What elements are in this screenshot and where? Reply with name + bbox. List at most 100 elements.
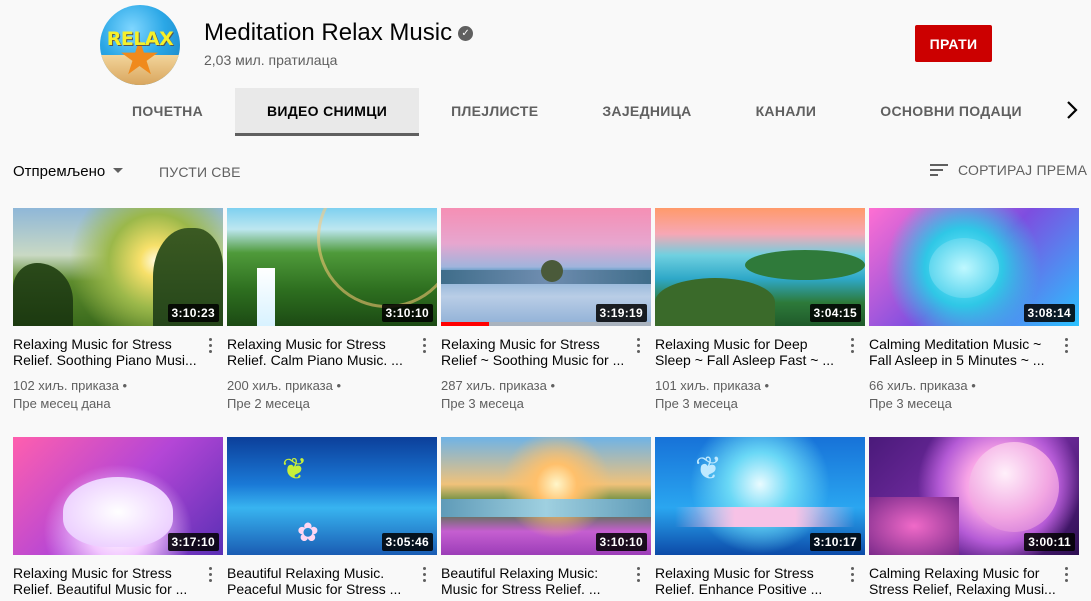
lotus-shape [63,477,173,547]
more-options-icon[interactable] [637,567,641,583]
video-duration: 3:00:11 [1024,533,1075,551]
video-duration: 3:19:19 [595,304,647,322]
video-title[interactable]: Beautiful Relaxing Music. Peaceful Music… [227,565,415,597]
butterfly-icon: ❦ [695,450,722,486]
video-thumbnail[interactable]: 3:10:23 [13,208,223,326]
video-title-text: Calming Meditation Music ~ Fall Asleep i… [869,336,1045,368]
tree-silhouette [13,263,73,326]
video-views: 200 хиљ. приказа • [227,378,342,393]
tab-playlists[interactable]: ПЛЕЈЛИСТЕ [419,88,570,136]
blossom-tree-shape [869,497,959,555]
video-date: Пре 3 месеца [441,396,524,411]
video-thumbnail[interactable]: 3:00:11 [869,437,1079,555]
tab-community[interactable]: ЗАЈЕДНИЦА [570,88,723,136]
video-title-text: Relaxing Music for Deep Sleep ~ Fall Asl… [655,336,834,368]
video-views: 66 хиљ. приказа • [869,378,976,393]
tab-channels[interactable]: КАНАЛИ [724,88,849,136]
video-title-text: Calming Relaxing Music for Stress Relief… [869,565,1056,597]
avatar-logo-text: RELAX [106,28,174,50]
subscribe-button[interactable]: ПРАТИ [915,25,992,62]
watch-progress-bar [441,322,490,326]
video-thumbnail[interactable]: ❦ ✿ 3:05:46 [227,437,437,555]
video-duration: 3:05:46 [381,533,433,551]
more-options-icon[interactable] [637,338,641,354]
video-title[interactable]: Calming Relaxing Music for Stress Relief… [869,565,1057,597]
video-thumbnail[interactable]: 3:17:10 [13,437,223,555]
video-views: 102 хиљ. приказа • [13,378,128,393]
island-shape [745,250,865,280]
more-options-icon[interactable] [1065,338,1069,354]
subscriber-count: 2,03 мил. пратилаца [204,52,338,68]
chevron-right-icon[interactable] [1066,100,1086,124]
video-title[interactable]: Relaxing Music for Stress Relief. Enhanc… [655,565,843,597]
sort-by-label: СОРТИРАЈ ПРЕМА [958,162,1088,178]
lake-shape [441,499,651,517]
video-thumbnail[interactable]: 3:19:19 [441,208,651,326]
video-title-text: Relaxing Music for Stress Relief ~ Sooth… [441,336,625,368]
video-duration: 3:10:10 [381,304,433,322]
video-title[interactable]: Beautiful Relaxing Music: Music for Stre… [441,565,629,597]
video-date: Пре 3 месеца [655,396,738,411]
butterfly-icon: ❦ [282,453,308,486]
caret-down-icon [113,168,124,173]
tab-videos[interactable]: ВИДЕО СНИМЦИ [235,88,420,136]
more-options-icon[interactable] [423,567,427,583]
channel-tabs: ПОЧЕТНА ВИДЕО СНИМЦИ ПЛЕЈЛИСТЕ ЗАЈЕДНИЦА… [100,88,1054,136]
video-thumbnail[interactable]: 3:10:10 [441,437,651,555]
video-thumbnail[interactable]: ❦ 3:10:17 [655,437,865,555]
channel-name-text: Meditation Relax Music [204,19,453,46]
uploads-filter-label: Отпремљено [13,163,106,180]
video-title[interactable]: Relaxing Music for Deep Sleep ~ Fall Asl… [655,336,843,368]
channel-header: ★ RELAX Meditation Relax Music ✓ 2,03 мил… [0,0,1091,136]
flower-icon: ✿ [297,517,319,547]
verified-icon: ✓ [458,26,474,41]
more-options-icon[interactable] [851,567,855,583]
more-options-icon[interactable] [423,338,427,354]
video-duration: 3:08:14 [1023,304,1075,322]
hill-shape [655,278,775,326]
video-duration: 3:17:10 [167,533,219,551]
video-thumbnail[interactable]: 3:04:15 [655,208,865,326]
video-title-text: Beautiful Relaxing Music. Peaceful Music… [227,565,402,597]
uploads-filter-dropdown[interactable]: Отпремљено [13,163,124,180]
video-title-text: Beautiful Relaxing Music: Music for Stre… [441,565,601,597]
tab-about[interactable]: ОСНОВНИ ПОДАЦИ [848,88,1054,136]
sort-icon [930,163,948,177]
waterfall-shape [257,268,275,326]
video-title-text: Relaxing Music for Stress Relief. Enhanc… [655,565,823,597]
video-title[interactable]: Relaxing Music for Stress Relief. Soothi… [13,336,201,368]
video-title-text: Relaxing Music for Stress Relief. Beauti… [13,565,188,597]
video-duration: 3:10:17 [809,533,861,551]
video-title[interactable]: Relaxing Music for Stress Relief. Calm P… [227,336,415,368]
video-thumbnail[interactable]: 3:10:10 [227,208,437,326]
tab-home[interactable]: ПОЧЕТНА [100,88,235,136]
video-title-text: Relaxing Music for Stress Relief. Soothi… [13,336,197,368]
video-title[interactable]: Relaxing Music for Stress Relief ~ Sooth… [441,336,629,368]
video-date: Пре 3 месеца [869,396,952,411]
channel-name: Meditation Relax Music ✓ [204,19,474,47]
video-date: Пре месец дана [13,396,111,411]
video-title[interactable]: Calming Meditation Music ~ Fall Asleep i… [869,336,1057,368]
channel-avatar[interactable]: ★ RELAX [100,5,180,85]
video-duration: 3:10:10 [595,533,647,551]
more-options-icon[interactable] [1065,567,1069,583]
video-title-text: Relaxing Music for Stress Relief. Calm P… [227,336,403,368]
video-thumbnail[interactable]: 3:08:14 [869,208,1079,326]
video-duration: 3:04:15 [809,304,861,322]
more-options-icon[interactable] [851,338,855,354]
video-date: Пре 2 месеца [227,396,310,411]
flower-shape [929,238,999,298]
more-options-icon[interactable] [209,338,213,354]
video-views: 101 хиљ. приказа • [655,378,770,393]
video-views: 287 хиљ. приказа • [441,378,556,393]
sort-by-button[interactable]: СОРТИРАЈ ПРЕМА [930,162,1087,178]
rainbow-shape [317,208,437,308]
moon-shape [969,442,1059,532]
video-title[interactable]: Relaxing Music for Stress Relief. Beauti… [13,565,201,597]
more-options-icon[interactable] [209,567,213,583]
videos-toolbar: Отпремљено ПУСТИ СВЕ СОРТИРАЈ ПРЕМА [0,136,1091,206]
play-all-button[interactable]: ПУСТИ СВЕ [159,164,241,180]
blossom-branch [675,507,855,527]
tree-silhouette [541,260,563,282]
video-duration: 3:10:23 [167,304,219,322]
